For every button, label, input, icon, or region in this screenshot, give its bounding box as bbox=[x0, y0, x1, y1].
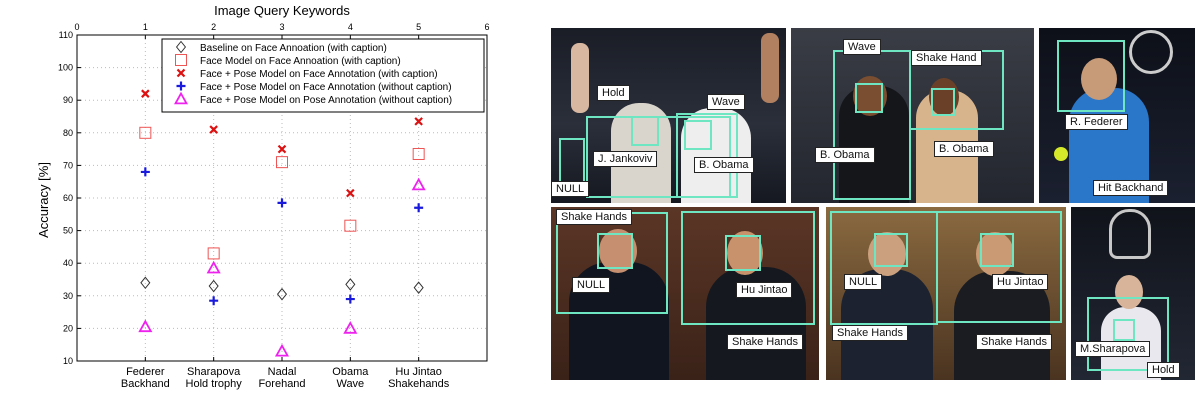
data-point-series-3 bbox=[209, 296, 219, 306]
category-label: Federer bbox=[126, 366, 165, 378]
data-point-series-3 bbox=[277, 198, 287, 208]
y-tick-label: 70 bbox=[63, 160, 73, 170]
legend-label: Face + Pose Model on Pose Annotation (wi… bbox=[200, 95, 452, 106]
y-tick-label: 80 bbox=[63, 128, 73, 138]
data-point-series-0 bbox=[140, 276, 151, 290]
data-point-series-4 bbox=[138, 319, 153, 333]
photo-hu-navy: Shake Hands NULL Hu Jintao Shake Hands bbox=[551, 207, 819, 380]
tag-null-3: NULL bbox=[844, 274, 883, 290]
tag-obama-right: B. Obama bbox=[934, 141, 994, 157]
category-label: Forehand bbox=[258, 378, 305, 390]
photo-federer: R. Federer Hit Backhand bbox=[1039, 28, 1195, 203]
data-point-series-1 bbox=[344, 219, 357, 232]
tag-null: NULL bbox=[551, 181, 590, 197]
tag-jankoviv: J. Jankoviv bbox=[593, 151, 658, 167]
y-tick-label: 60 bbox=[63, 193, 73, 203]
category-label: Obama bbox=[332, 366, 369, 378]
tag-shake-hands-1: Shake Hands bbox=[556, 209, 633, 225]
category-label: Shakehands bbox=[388, 378, 450, 390]
category-label: Hold trophy bbox=[186, 378, 243, 390]
tag-shake-hand: Shake Hand bbox=[911, 50, 982, 66]
photo-biden-obama: Hold Wave J. Jankoviv B. Obama NULL bbox=[551, 28, 786, 203]
data-point-series-1 bbox=[412, 147, 425, 160]
legend-label: Baseline on Face Annoation (with caption… bbox=[200, 43, 387, 54]
category-label: Sharapova bbox=[187, 366, 241, 378]
data-point-series-3 bbox=[140, 167, 150, 177]
x-tick-label-top: 0 bbox=[74, 22, 79, 32]
y-tick-label: 110 bbox=[59, 30, 73, 40]
photo-obama-couple: Wave Shake Hand B. Obama B. Obama bbox=[791, 28, 1034, 203]
accuracy-chart: Image Query Keywords Accuracy [%] 102030… bbox=[36, 3, 490, 390]
data-point-series-3 bbox=[414, 203, 424, 213]
x-tick-label-top: 6 bbox=[484, 22, 489, 32]
tag-obama: B. Obama bbox=[694, 157, 754, 173]
tag-wave-2: Wave bbox=[843, 39, 881, 55]
category-label: Hu Jintao bbox=[395, 366, 441, 378]
legend-label: Face + Pose Model on Face Annotation (wi… bbox=[200, 69, 438, 80]
chart-title: Image Query Keywords bbox=[214, 3, 350, 18]
tag-federer: R. Federer bbox=[1065, 114, 1128, 130]
y-tick-label: 40 bbox=[63, 258, 73, 268]
x-tick-label-top: 4 bbox=[348, 22, 353, 32]
x-tick-label-top: 1 bbox=[143, 22, 148, 32]
x-tick-label-top: 5 bbox=[416, 22, 421, 32]
tag-sharapova: M.Sharapova bbox=[1075, 341, 1151, 357]
tag-hu-jintao-1: Hu Jintao bbox=[736, 282, 793, 298]
photo-hu-suit: NULL Hu Jintao Shake Hands Shake Hands bbox=[826, 207, 1066, 380]
data-point-series-1 bbox=[276, 156, 288, 169]
y-axis-label: Accuracy [%] bbox=[36, 162, 51, 238]
data-point-series-0 bbox=[345, 278, 356, 291]
tag-hold-2: Hold bbox=[1147, 362, 1180, 378]
y-tick-label: 20 bbox=[63, 323, 73, 333]
chart-legend: Baseline on Face Annoation (with caption… bbox=[161, 38, 485, 113]
data-point-series-4 bbox=[274, 343, 290, 357]
data-point-series-1 bbox=[207, 247, 220, 260]
category-label: Nadal bbox=[268, 366, 297, 378]
tag-hit-backhand: Hit Backhand bbox=[1093, 180, 1169, 196]
legend-label: Face + Pose Model on Face Annotation (wi… bbox=[200, 82, 452, 93]
data-point-series-0 bbox=[276, 287, 288, 301]
y-tick-label: 30 bbox=[63, 291, 73, 301]
x-tick-label-top: 3 bbox=[279, 22, 284, 32]
photo-sharapova: M.Sharapova Hold bbox=[1071, 207, 1195, 380]
tag-hold: Hold bbox=[597, 85, 630, 101]
tag-shake-hands-4: Shake Hands bbox=[976, 334, 1053, 350]
category-label: Wave bbox=[336, 378, 364, 390]
tag-obama-left: B. Obama bbox=[815, 147, 875, 163]
tag-null-2: NULL bbox=[572, 277, 611, 293]
y-tick-label: 10 bbox=[63, 356, 73, 366]
y-tick-label: 100 bbox=[58, 63, 73, 73]
tag-shake-hands-2: Shake Hands bbox=[727, 334, 804, 350]
x-tick-label-top: 2 bbox=[211, 22, 216, 32]
category-label: Backhand bbox=[121, 378, 170, 390]
legend-label: Face Model on Face Annoation (with capti… bbox=[200, 56, 401, 67]
tag-shake-hands-3: Shake Hands bbox=[832, 325, 909, 341]
tag-wave: Wave bbox=[707, 94, 745, 110]
tag-hu-jintao-2: Hu Jintao bbox=[992, 274, 1049, 290]
y-tick-label: 50 bbox=[63, 226, 73, 236]
data-point-series-0 bbox=[208, 279, 219, 293]
y-tick-label: 90 bbox=[63, 95, 73, 105]
